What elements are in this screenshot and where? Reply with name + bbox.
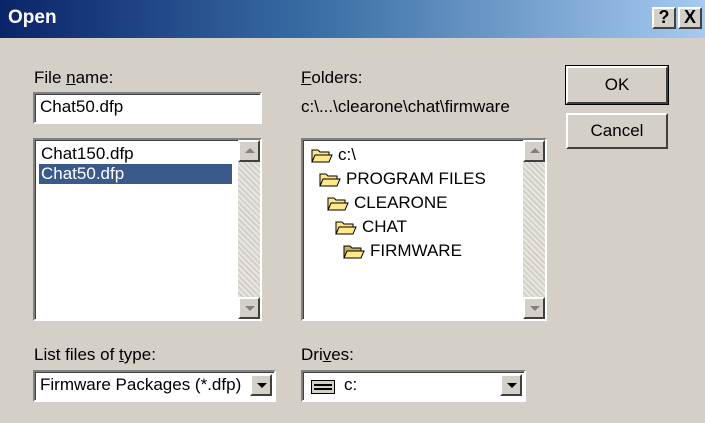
folder-tree-scrollbar[interactable] bbox=[523, 140, 545, 319]
chevron-up-icon bbox=[530, 148, 540, 153]
file-list[interactable]: Chat150.dfp Chat50.dfp bbox=[33, 138, 262, 321]
folder-open-icon bbox=[311, 149, 333, 163]
file-list-item[interactable]: Chat150.dfp bbox=[39, 144, 136, 164]
chevron-down-icon bbox=[245, 306, 255, 311]
folder-scroll-down-button[interactable] bbox=[523, 297, 545, 319]
file-scroll-up-button[interactable] bbox=[238, 140, 260, 162]
folder-open-icon bbox=[327, 197, 349, 211]
folder-open-icon bbox=[343, 245, 365, 259]
folder-tree-label: FIRMWARE bbox=[370, 241, 462, 260]
file-name-value: Chat50.dfp bbox=[40, 97, 124, 116]
ok-button[interactable]: OK bbox=[565, 65, 669, 105]
folder-tree-label: CLEARONE bbox=[354, 193, 448, 212]
title-bar[interactable]: Open ? X bbox=[0, 0, 705, 38]
current-path: c:\...\clearone\chat\firmware bbox=[301, 97, 510, 116]
folder-open-icon bbox=[335, 221, 357, 235]
file-name-label: File name: bbox=[34, 68, 114, 87]
folder-tree-label: CHAT bbox=[362, 217, 408, 236]
close-button[interactable]: X bbox=[678, 7, 702, 29]
file-type-select[interactable]: Firmware Packages (*.dfp) bbox=[33, 370, 276, 402]
folder-tree-label: c:\ bbox=[338, 145, 356, 164]
chevron-down-icon bbox=[507, 383, 517, 388]
folder-tree-item[interactable]: PROGRAM FILES bbox=[319, 168, 486, 190]
file-list-scrollbar[interactable] bbox=[238, 140, 260, 319]
file-type-dropdown-button[interactable] bbox=[250, 374, 272, 396]
folder-tree-item[interactable]: c:\ bbox=[311, 144, 356, 166]
help-button[interactable]: ? bbox=[652, 7, 676, 29]
open-dialog: Open ? X File name: Chat50.dfp Chat150.d… bbox=[0, 0, 705, 423]
folders-label: Folders: bbox=[301, 68, 363, 87]
file-scroll-down-button[interactable] bbox=[238, 297, 260, 319]
folder-tree[interactable]: c:\ PROGRAM FILES CLEARONE CHAT FIRMWARE bbox=[301, 138, 547, 321]
chevron-down-icon bbox=[257, 383, 267, 388]
drives-label: Drives: bbox=[301, 345, 354, 364]
folder-tree-item[interactable]: FIRMWARE bbox=[343, 240, 462, 262]
drives-select[interactable]: c: bbox=[301, 370, 526, 402]
file-type-value: Firmware Packages (*.dfp) bbox=[40, 375, 242, 394]
file-name-input[interactable]: Chat50.dfp bbox=[33, 92, 262, 124]
folder-tree-item[interactable]: CHAT bbox=[335, 216, 407, 238]
file-list-item-selected[interactable]: Chat50.dfp bbox=[39, 164, 232, 184]
chevron-up-icon bbox=[245, 148, 255, 153]
drive-icon bbox=[311, 380, 335, 394]
folder-scroll-up-button[interactable] bbox=[523, 140, 545, 162]
drives-value: c: bbox=[344, 375, 358, 394]
folder-open-icon bbox=[319, 173, 341, 187]
chevron-down-icon bbox=[530, 306, 540, 311]
drives-dropdown-button[interactable] bbox=[500, 374, 522, 396]
file-type-label: List files of type: bbox=[34, 345, 156, 364]
folder-tree-item[interactable]: CLEARONE bbox=[327, 192, 448, 214]
cancel-button[interactable]: Cancel bbox=[566, 113, 668, 149]
window-title: Open bbox=[8, 7, 57, 28]
folder-tree-label: PROGRAM FILES bbox=[346, 169, 486, 188]
